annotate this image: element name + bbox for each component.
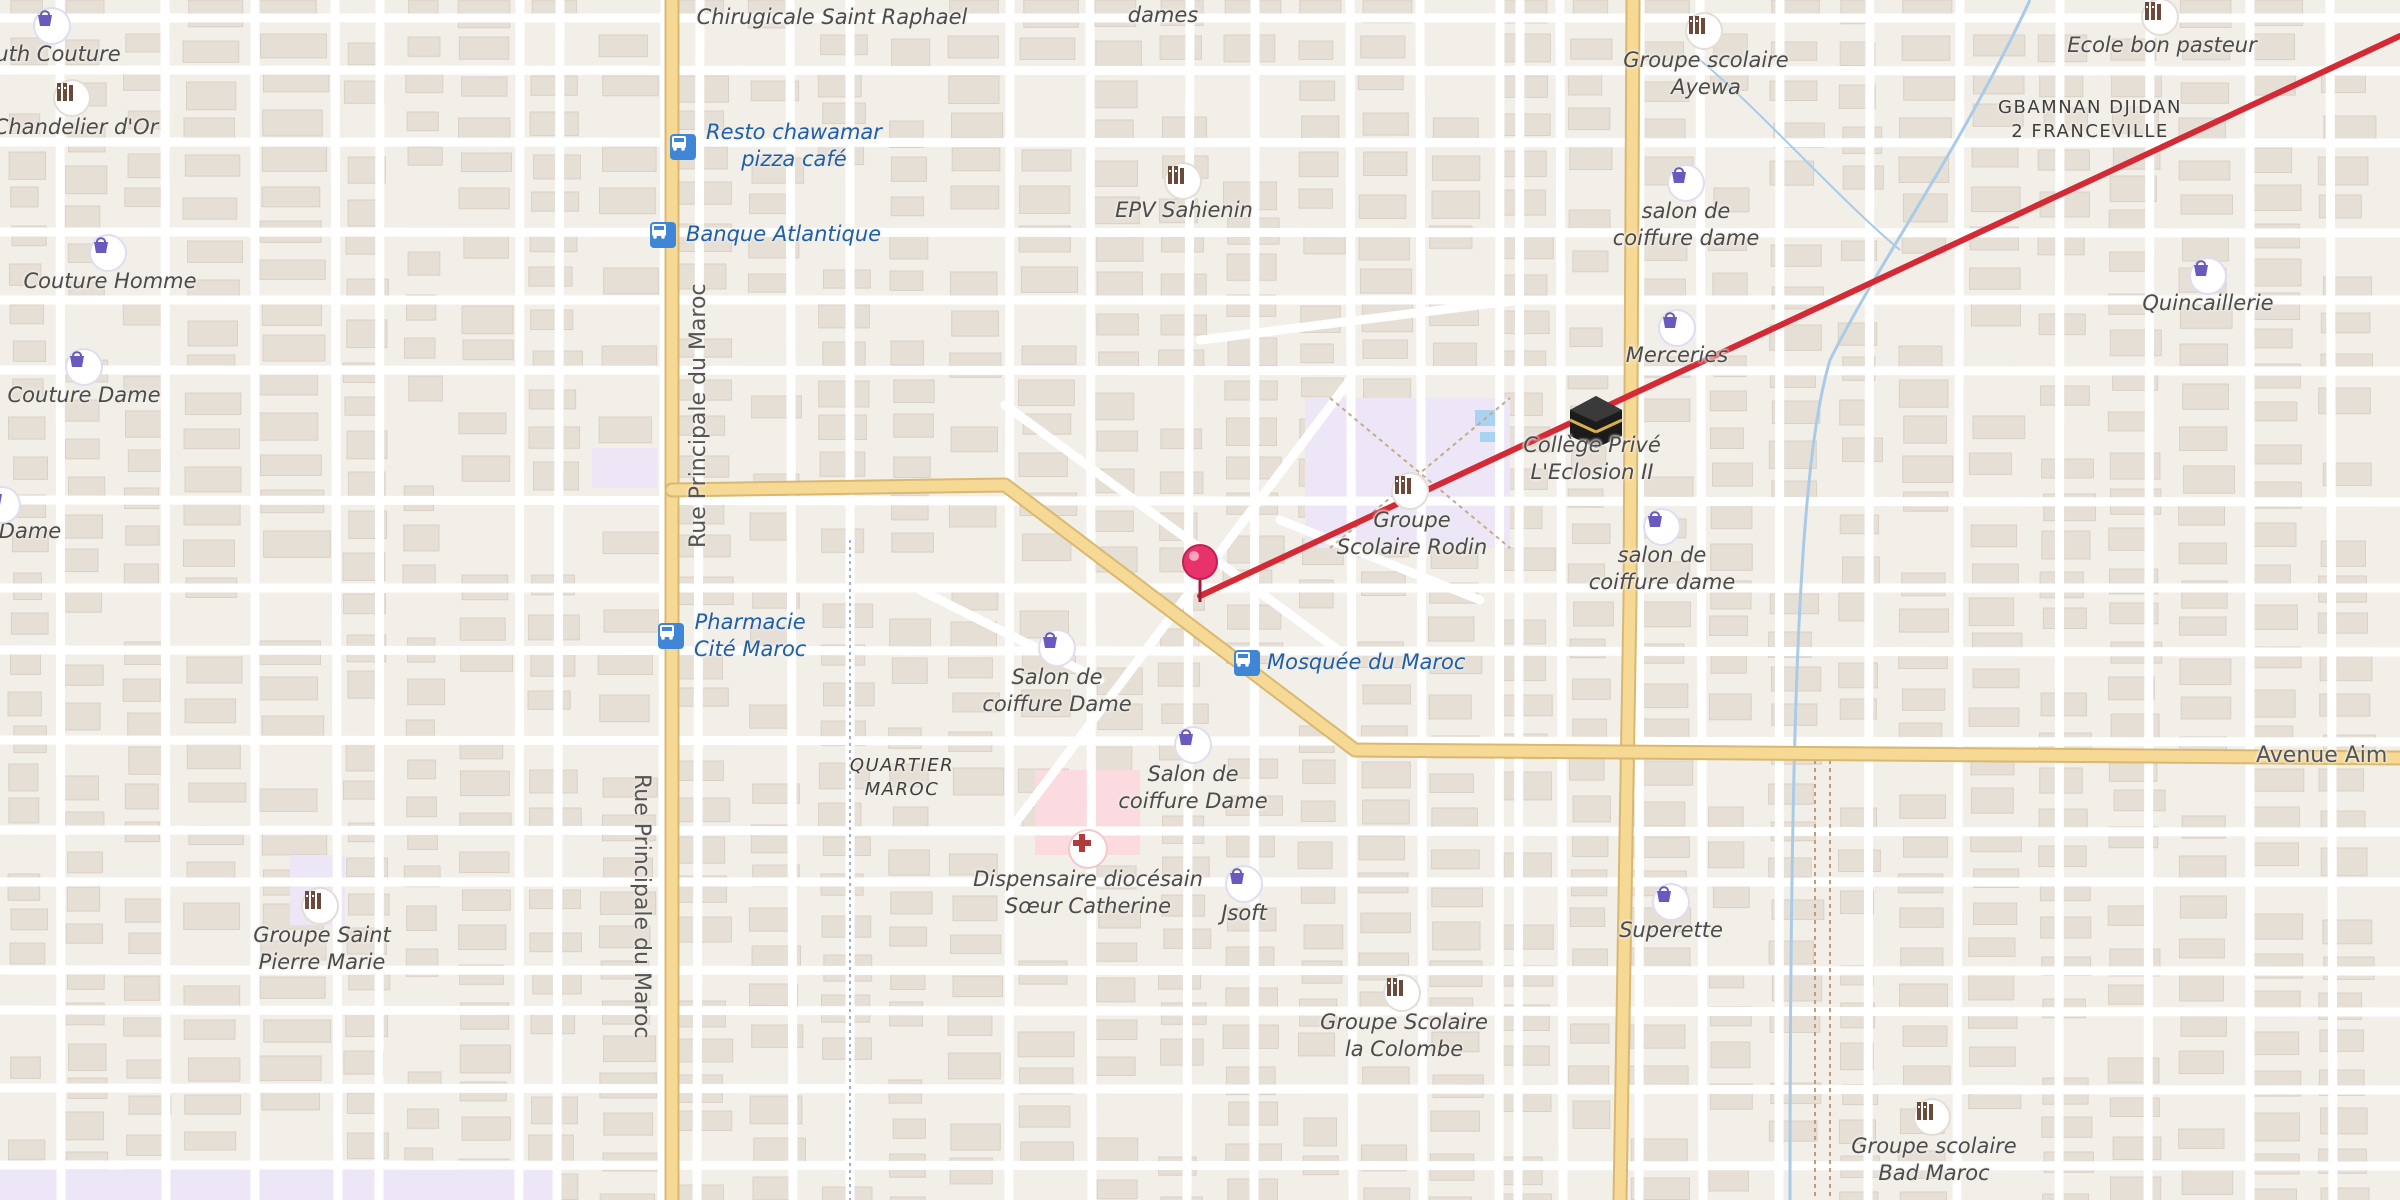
place-salon-dame-3[interactable]: Salon de coiffure Dame bbox=[982, 664, 1131, 718]
district-label-gbamnan: GBAMNAN DJIDAN 2 FRANCEVILLE bbox=[1998, 97, 2182, 142]
route-layer bbox=[1182, 33, 2400, 602]
school-icon[interactable] bbox=[1393, 474, 1427, 508]
place-groupe-ayewa[interactable]: Groupe scolaire Ayewa bbox=[1623, 47, 1788, 101]
map-canvas[interactable]: Rue Principale du Maroc Rue Principale d… bbox=[0, 0, 2400, 1200]
shop-icon[interactable] bbox=[1669, 166, 1703, 200]
place-dame-left[interactable]: Dame bbox=[0, 518, 61, 545]
school-icon[interactable] bbox=[303, 889, 337, 923]
place-jsoft[interactable]: Jsoft bbox=[1221, 900, 1267, 927]
bus-stop-icon[interactable] bbox=[670, 134, 696, 160]
place-epv[interactable]: EPV Sahienin bbox=[1115, 197, 1253, 224]
place-couture-homme[interactable]: Couture Homme bbox=[23, 268, 196, 295]
bus-stop-icon[interactable] bbox=[650, 222, 676, 248]
place-mosquee[interactable]: Mosquée du Maroc bbox=[1267, 649, 1465, 676]
school-icon[interactable] bbox=[1385, 976, 1419, 1010]
shop-icon[interactable] bbox=[2191, 259, 2225, 293]
shop-icon[interactable] bbox=[1654, 885, 1688, 919]
shop-icon[interactable] bbox=[1227, 867, 1261, 901]
district-label-quartier-maroc: QUARTIER MAROC bbox=[849, 755, 955, 800]
place-quincaillerie[interactable]: Quincaillerie bbox=[2142, 290, 2273, 317]
school-icon[interactable] bbox=[1687, 14, 1721, 48]
road-label-rue-principale-top: Rue Principale du Maroc bbox=[686, 283, 711, 548]
school-icon[interactable] bbox=[1166, 164, 1200, 198]
shop-icon[interactable] bbox=[91, 236, 125, 270]
place-salon-dame-1[interactable]: salon de coiffure dame bbox=[1613, 198, 1760, 252]
place-chandelier[interactable]: Chandelier d'Or bbox=[0, 114, 158, 141]
place-banque[interactable]: Banque Atlantique bbox=[686, 221, 881, 248]
shop-icon[interactable] bbox=[1660, 311, 1694, 345]
place-groupe-bad-maroc[interactable]: Groupe scolaire Bad Maroc bbox=[1851, 1133, 2016, 1187]
shop-icon[interactable] bbox=[67, 350, 101, 384]
place-chirurgicale[interactable]: Chirugicale Saint Raphael bbox=[697, 4, 968, 31]
hospital-icon[interactable] bbox=[1070, 831, 1106, 867]
shop-icon[interactable] bbox=[35, 9, 69, 43]
place-resto[interactable]: Resto chawamar pizza café bbox=[706, 119, 882, 173]
shop-icon[interactable] bbox=[1645, 510, 1679, 544]
place-ruth-couture[interactable]: uth Couture bbox=[0, 41, 121, 68]
place-college[interactable]: Collège Privé L'Eclosion II bbox=[1523, 432, 1661, 486]
place-couture-dame[interactable]: Couture Dame bbox=[7, 382, 160, 409]
place-ecole-bon-pasteur[interactable]: Ecole bon pasteur bbox=[2067, 32, 2257, 59]
shop-icon[interactable] bbox=[1176, 728, 1210, 762]
road-label-rue-principale-bottom: Rue Principale du Maroc bbox=[629, 774, 654, 1039]
place-merceries[interactable]: Merceries bbox=[1626, 342, 1728, 369]
place-groupe-rodin[interactable]: Groupe Scolaire Rodin bbox=[1337, 507, 1487, 561]
place-dames[interactable]: dames bbox=[1128, 2, 1199, 29]
place-groupe-colombe[interactable]: Groupe Scolaire la Colombe bbox=[1320, 1009, 1488, 1063]
school-icon[interactable] bbox=[55, 81, 89, 115]
bus-stop-icon[interactable] bbox=[1234, 650, 1260, 676]
place-pharmacie[interactable]: Pharmacie Cité Maroc bbox=[694, 609, 806, 663]
shop-icon[interactable] bbox=[1040, 631, 1074, 665]
road-label-avenue: Avenue Aim bbox=[2256, 743, 2388, 768]
place-superette[interactable]: Superette bbox=[1619, 917, 1723, 944]
place-dispensaire[interactable]: Dispensaire diocésain Sœur Catherine bbox=[973, 866, 1203, 920]
place-salon-dame-2[interactable]: salon de coiffure dame bbox=[1589, 542, 1736, 596]
school-icon[interactable] bbox=[1915, 1100, 1949, 1134]
place-salon-dame-4[interactable]: Salon de coiffure Dame bbox=[1118, 761, 1267, 815]
bus-stop-icon[interactable] bbox=[658, 623, 684, 649]
school-icon[interactable] bbox=[2143, 0, 2177, 34]
place-groupe-saint-pierre[interactable]: Groupe Saint Pierre Marie bbox=[253, 922, 391, 976]
